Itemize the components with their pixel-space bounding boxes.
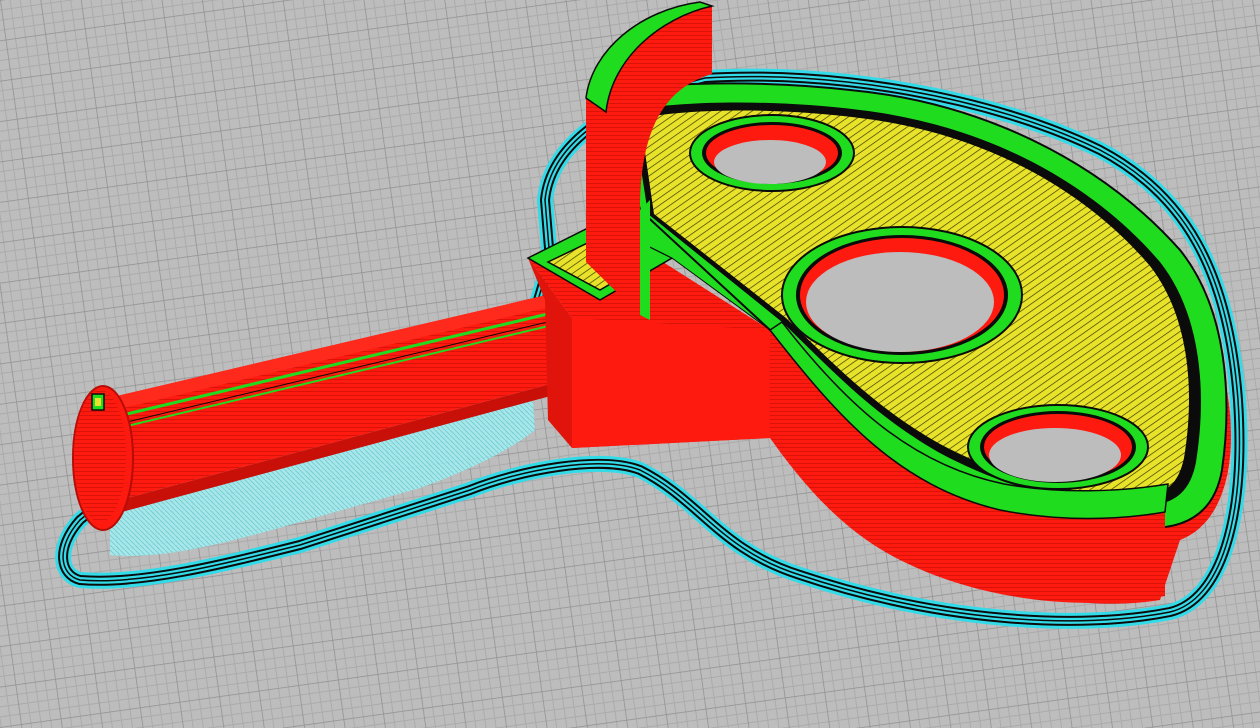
layer-preview-canvas[interactable]: [0, 0, 1260, 728]
handle-end-knob: [72, 385, 134, 531]
3d-viewport[interactable]: [0, 0, 1260, 728]
